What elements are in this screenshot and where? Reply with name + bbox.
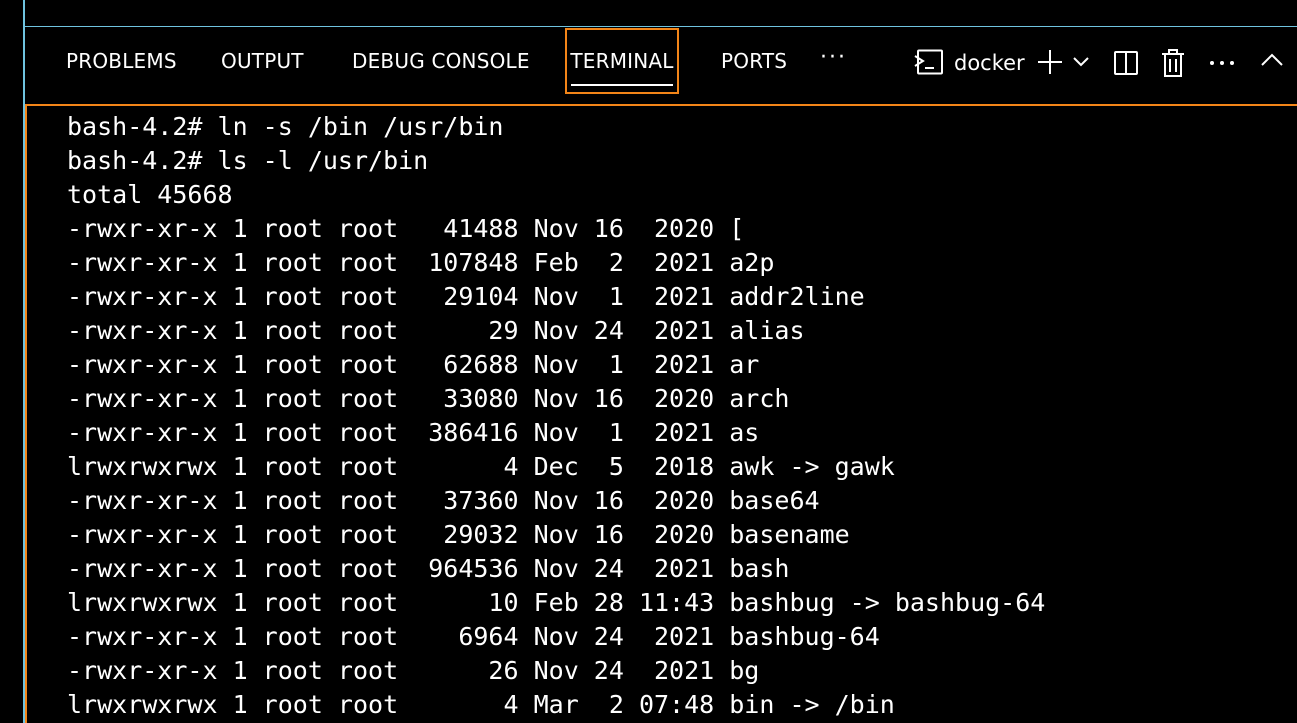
tab-terminal[interactable]: TERMINAL [565, 28, 679, 94]
terminal-line: lrwxrwxrwx 1 root root 4 Mar 2 07:48 bin… [67, 690, 895, 719]
terminal-line: lrwxrwxrwx 1 root root 10 Feb 28 11:43 b… [67, 588, 1046, 617]
terminal-line: total 45668 [67, 180, 233, 209]
terminal-line: -rwxr-xr-x 1 root root 107848 Feb 2 2021… [67, 248, 775, 277]
terminal-line: -rwxr-xr-x 1 root root 62688 Nov 1 2021 … [67, 350, 760, 379]
editor-gutter [0, 0, 25, 723]
more-tabs-button[interactable]: ··· [820, 24, 847, 90]
terminal-output[interactable]: bash-4.2# ln -s /bin /usr/bin bash-4.2# l… [25, 104, 1297, 723]
vscode-panel-window: PROBLEMS OUTPUT DEBUG CONSOLE TERMINAL P… [0, 0, 1297, 723]
terminal-line: -rwxr-xr-x 1 root root 41488 Nov 16 2020… [67, 214, 745, 243]
terminal-lines: bash-4.2# ln -s /bin /usr/bin bash-4.2# l… [67, 110, 1045, 722]
terminal-line: -rwxr-xr-x 1 root root 29104 Nov 1 2021 … [67, 282, 865, 311]
tab-output[interactable]: OUTPUT [221, 28, 304, 94]
terminal-line: -rwxr-xr-x 1 root root 964536 Nov 24 202… [67, 554, 790, 583]
terminal-line: lrwxrwxrwx 1 root root 4 Dec 5 2018 awk … [67, 452, 895, 481]
chevron-down-icon[interactable] [1071, 54, 1091, 70]
ellipsis-icon[interactable] [1207, 50, 1237, 74]
terminal-line: -rwxr-xr-x 1 root root 26 Nov 24 2021 bg [67, 656, 760, 685]
editor-area-edge [25, 0, 1297, 27]
tab-ports[interactable]: PORTS [721, 28, 787, 94]
terminal-line: -rwxr-xr-x 1 root root 37360 Nov 16 2020… [67, 486, 820, 515]
chevron-up-icon[interactable] [1259, 50, 1285, 70]
plus-icon[interactable] [1037, 49, 1063, 75]
terminal-icon[interactable] [914, 49, 944, 75]
terminal-line: bash-4.2# ls -l /usr/bin [67, 146, 429, 175]
active-tab-indicator [571, 84, 673, 86]
panel-header: PROBLEMS OUTPUT DEBUG CONSOLE TERMINAL P… [27, 28, 1297, 94]
terminal-line: -rwxr-xr-x 1 root root 29032 Nov 16 2020… [67, 520, 850, 549]
split-terminal-icon[interactable] [1112, 49, 1140, 77]
tab-problems[interactable]: PROBLEMS [66, 28, 177, 94]
terminal-line: -rwxr-xr-x 1 root root 386416 Nov 1 2021… [67, 418, 760, 447]
terminal-line: -rwxr-xr-x 1 root root 6964 Nov 24 2021 … [67, 622, 880, 651]
tab-terminal-label: TERMINAL [570, 49, 674, 73]
active-terminal-name[interactable]: docker [954, 28, 1025, 98]
terminal-line: -rwxr-xr-x 1 root root 33080 Nov 16 2020… [67, 384, 790, 413]
tab-debug-console[interactable]: DEBUG CONSOLE [352, 28, 530, 94]
terminal-line: -rwxr-xr-x 1 root root 29 Nov 24 2021 al… [67, 316, 805, 345]
trash-icon[interactable] [1160, 48, 1186, 78]
terminal-line: bash-4.2# ln -s /bin /usr/bin [67, 112, 504, 141]
